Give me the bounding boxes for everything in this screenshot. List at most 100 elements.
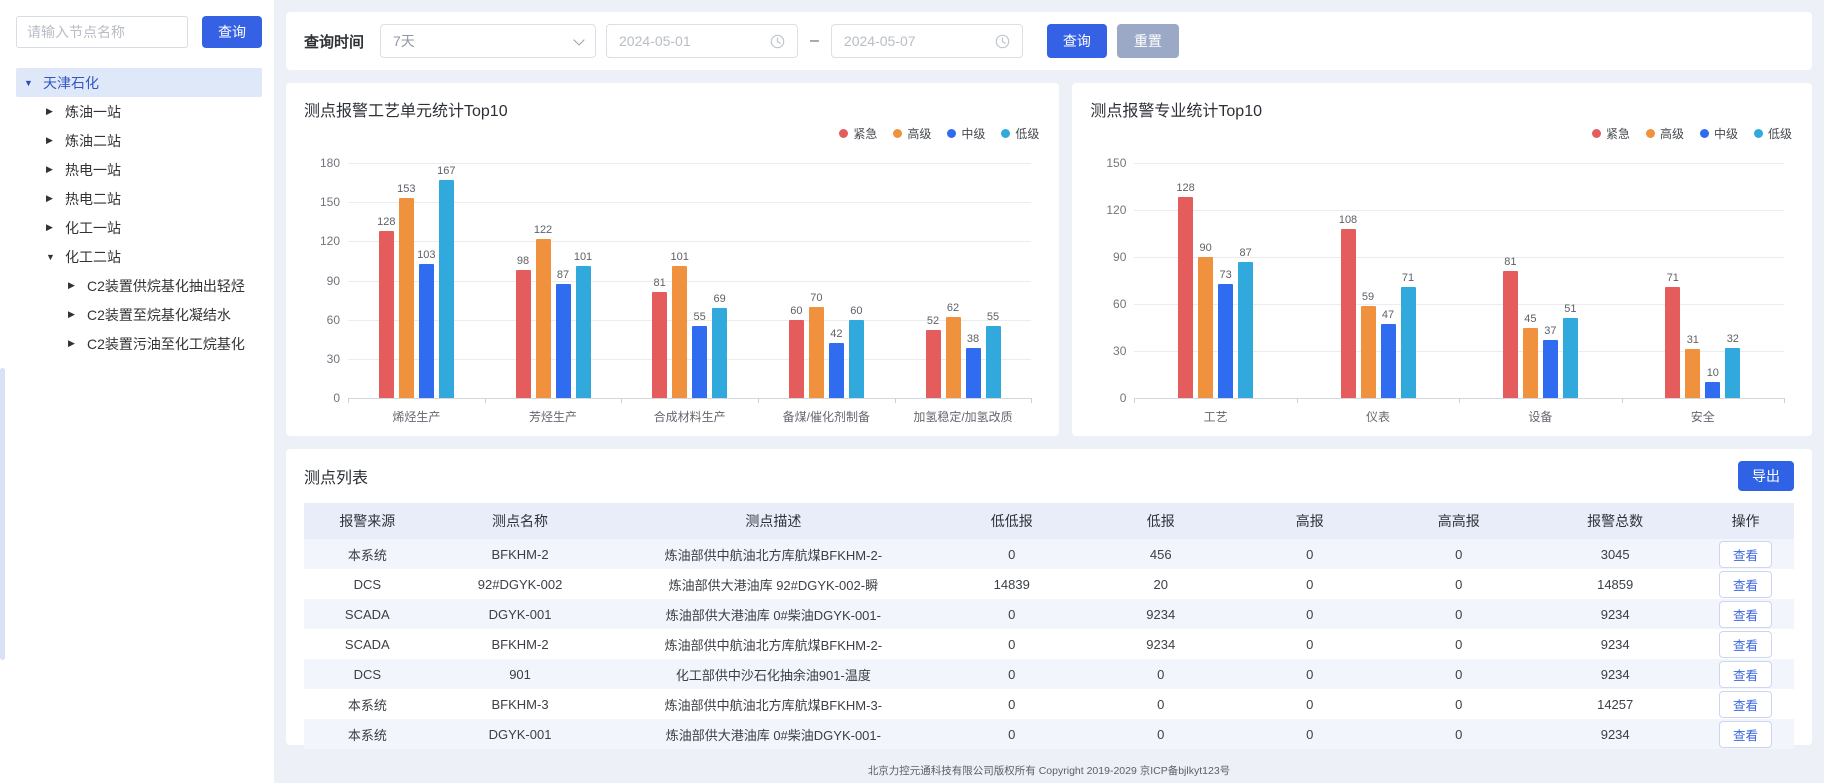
triangle-down-icon[interactable]: ▼	[46, 252, 56, 262]
query-button[interactable]: 查询	[1047, 24, 1107, 58]
query-filter-bar: 查询时间 7天 2024-05-01 – 2024-05-07 查询 重置	[286, 12, 1812, 70]
bar-紧急[interactable]: 81	[652, 292, 667, 398]
bar-低级[interactable]: 71	[1401, 287, 1416, 398]
legend-item-低级[interactable]: 低级	[1754, 125, 1792, 141]
view-button[interactable]: 查看	[1719, 721, 1772, 748]
legend-item-中级[interactable]: 中级	[947, 125, 985, 141]
triangle-down-icon[interactable]: ▼	[24, 78, 34, 88]
view-button[interactable]: 查看	[1719, 631, 1772, 658]
bar-低级[interactable]: 101	[576, 266, 591, 398]
bar-高级[interactable]: 59	[1361, 306, 1376, 398]
bar-低级[interactable]: 55	[986, 326, 1001, 398]
sidebar-scrollbar[interactable]	[0, 368, 5, 660]
bar-紧急[interactable]: 60	[789, 320, 804, 398]
tree-item[interactable]: ▶C2装置污油至化工烷基化	[16, 329, 262, 358]
bar-value-label: 52	[927, 315, 939, 327]
legend-item-紧急[interactable]: 紧急	[1592, 125, 1630, 141]
export-button[interactable]: 导出	[1738, 461, 1794, 491]
bar-中级[interactable]: 103	[419, 264, 434, 398]
triangle-right-icon[interactable]: ▶	[46, 222, 56, 233]
tree-item[interactable]: ▼天津石化	[16, 68, 262, 97]
bar-中级[interactable]: 42	[829, 343, 844, 398]
triangle-right-icon[interactable]: ▶	[68, 280, 78, 291]
bar-紧急[interactable]: 98	[516, 270, 531, 398]
tree-item[interactable]: ▼化工二站	[16, 242, 262, 271]
tree-item[interactable]: ▶炼油二站	[16, 126, 262, 155]
triangle-right-icon[interactable]: ▶	[68, 338, 78, 349]
bar-中级[interactable]: 73	[1218, 284, 1233, 398]
bar-高级[interactable]: 122	[536, 239, 551, 398]
x-axis-tick	[1297, 398, 1298, 403]
bar-低级[interactable]: 167	[439, 180, 454, 398]
bar-group: 98 122 87 101	[485, 163, 622, 398]
bar-高级[interactable]: 62	[946, 317, 961, 398]
bar-低级[interactable]: 69	[712, 308, 727, 398]
bar-低级[interactable]: 51	[1563, 318, 1578, 398]
tree-item[interactable]: ▶化工一站	[16, 213, 262, 242]
legend-dot-icon	[893, 129, 902, 138]
bar-低级[interactable]: 32	[1725, 348, 1740, 398]
bar-高级[interactable]: 31	[1685, 349, 1700, 398]
legend-item-高级[interactable]: 高级	[1646, 125, 1684, 141]
view-button[interactable]: 查看	[1719, 541, 1772, 568]
bar-紧急[interactable]: 81	[1503, 271, 1518, 398]
point-list-header: 测点列表 导出	[304, 461, 1794, 491]
bar-低级[interactable]: 87	[1238, 262, 1253, 398]
charts-row: 测点报警工艺单元统计Top10 紧急高级中级低级 030609012015018…	[286, 83, 1812, 436]
time-range-value: 7天	[393, 31, 415, 51]
bar-紧急[interactable]: 108	[1341, 229, 1356, 398]
bar-高级[interactable]: 153	[399, 198, 414, 398]
tree-item[interactable]: ▶C2装置供烷基化抽出轻烃	[16, 271, 262, 300]
bar-紧急[interactable]: 71	[1665, 287, 1680, 398]
bar-中级[interactable]: 37	[1543, 340, 1558, 398]
legend-item-低级[interactable]: 低级	[1001, 125, 1039, 141]
triangle-right-icon[interactable]: ▶	[46, 193, 56, 204]
end-date-input[interactable]: 2024-05-07	[831, 24, 1023, 58]
bar-低级[interactable]: 60	[849, 320, 864, 398]
legend-item-紧急[interactable]: 紧急	[839, 125, 877, 141]
bar-中级[interactable]: 87	[556, 284, 571, 398]
view-button[interactable]: 查看	[1719, 601, 1772, 628]
legend-item-中级[interactable]: 中级	[1700, 125, 1738, 141]
bar-高级[interactable]: 70	[809, 307, 824, 398]
bar-高级[interactable]: 101	[672, 266, 687, 398]
y-axis-tick-label: 60	[1092, 297, 1126, 311]
triangle-right-icon[interactable]: ▶	[46, 164, 56, 175]
view-button[interactable]: 查看	[1719, 571, 1772, 598]
bar-紧急[interactable]: 128	[379, 231, 394, 398]
legend-item-高级[interactable]: 高级	[893, 125, 931, 141]
triangle-right-icon[interactable]: ▶	[46, 106, 56, 117]
bar-紧急[interactable]: 128	[1178, 197, 1193, 398]
time-range-select[interactable]: 7天	[380, 24, 596, 58]
tree-item[interactable]: ▶热电一站	[16, 155, 262, 184]
clock-icon	[770, 34, 785, 49]
view-button[interactable]: 查看	[1719, 661, 1772, 688]
bar-value-label: 90	[1199, 242, 1211, 254]
tree-item[interactable]: ▶热电二站	[16, 184, 262, 213]
reset-button[interactable]: 重置	[1117, 24, 1179, 58]
x-axis-category-label: 合成材料生产	[621, 408, 758, 425]
bar-中级[interactable]: 38	[966, 348, 981, 398]
view-button[interactable]: 查看	[1719, 691, 1772, 718]
bar-value-label: 87	[557, 269, 569, 281]
tree-item[interactable]: ▶C2装置至烷基化凝结水	[16, 300, 262, 329]
tree-item[interactable]: ▶炼油一站	[16, 97, 262, 126]
table-cell: 炼油部供中航油北方库航煤BFKHM-2-	[609, 629, 937, 659]
bar-中级[interactable]: 10	[1705, 382, 1720, 398]
bar-高级[interactable]: 90	[1198, 257, 1213, 398]
start-date-input[interactable]: 2024-05-01	[606, 24, 798, 58]
y-axis-tick-label: 120	[306, 234, 340, 248]
triangle-right-icon[interactable]: ▶	[68, 309, 78, 320]
point-list-title: 测点列表	[304, 464, 368, 488]
triangle-right-icon[interactable]: ▶	[46, 135, 56, 146]
bar-紧急[interactable]: 52	[926, 330, 941, 398]
table-row: SCADABFKHM-2炼油部供中航油北方库航煤BFKHM-2-09234009…	[304, 629, 1794, 659]
node-search-input[interactable]	[16, 16, 188, 48]
table-cell: 0	[937, 539, 1086, 569]
table-cell: 3045	[1533, 539, 1697, 569]
bar-中级[interactable]: 55	[692, 326, 707, 398]
bar-中级[interactable]: 47	[1381, 324, 1396, 398]
x-axis-tick	[1622, 398, 1623, 403]
node-search-button[interactable]: 查询	[202, 16, 262, 48]
bar-高级[interactable]: 45	[1523, 328, 1538, 399]
